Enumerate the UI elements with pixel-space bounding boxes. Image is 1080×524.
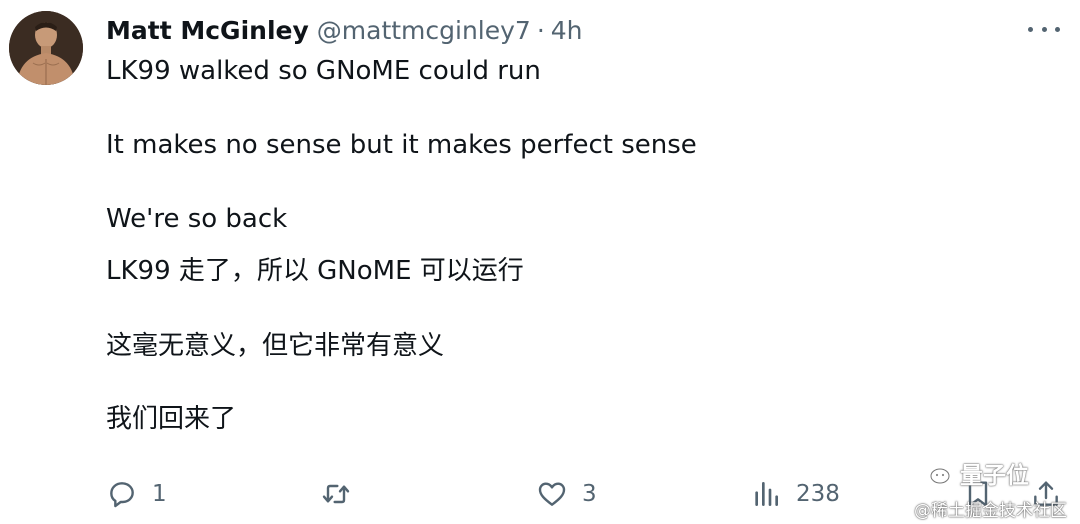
wechat-icon xyxy=(919,460,950,484)
more-dot xyxy=(1028,26,1033,32)
share-button[interactable] xyxy=(1030,474,1062,514)
bookmark-icon xyxy=(968,481,988,507)
translation-line: 这毫无意义，但它非常有意义 xyxy=(106,331,445,361)
reply-count: 1 xyxy=(152,481,167,507)
like-count: 3 xyxy=(582,481,597,507)
author-handle[interactable]: @mattmcginley7 xyxy=(317,14,531,48)
translation-line: 我们回来了 xyxy=(106,404,237,434)
more-icon[interactable] xyxy=(1028,18,1060,40)
header-separator: · xyxy=(536,16,545,45)
heart-icon xyxy=(538,482,566,506)
bookmark-button[interactable] xyxy=(962,474,994,514)
like-button[interactable]: 3 xyxy=(536,474,597,514)
retweet-button[interactable] xyxy=(320,474,366,514)
reply-button[interactable]: 1 xyxy=(106,474,167,514)
tweet-card: Matt McGinley @mattmcginley7 · 4h LK99 w… xyxy=(0,0,1080,524)
more-dot xyxy=(1041,26,1047,32)
views-count: 238 xyxy=(796,481,840,507)
views-button[interactable]: 238 xyxy=(750,474,840,514)
tweet-timestamp[interactable]: 4h xyxy=(551,14,583,48)
tweet-text-line: It makes no sense but it makes perfect s… xyxy=(106,130,697,160)
avatar[interactable] xyxy=(9,11,83,85)
avatar-image xyxy=(9,11,83,85)
more-dot xyxy=(1055,26,1060,32)
reply-icon xyxy=(110,482,134,508)
tweet-text-line: We're so back xyxy=(106,204,288,234)
translation-line: LK99 走了，所以 GNoME 可以运行 xyxy=(106,256,524,286)
share-icon xyxy=(1034,481,1058,506)
author-name[interactable]: Matt McGinley xyxy=(106,14,309,48)
views-chart-icon xyxy=(755,482,778,506)
tweet-text-line: LK99 walked so GNoME could run xyxy=(106,56,541,86)
retweet-icon xyxy=(322,484,350,504)
tweet-header: Matt McGinley @mattmcginley7 · 4h xyxy=(106,14,583,50)
